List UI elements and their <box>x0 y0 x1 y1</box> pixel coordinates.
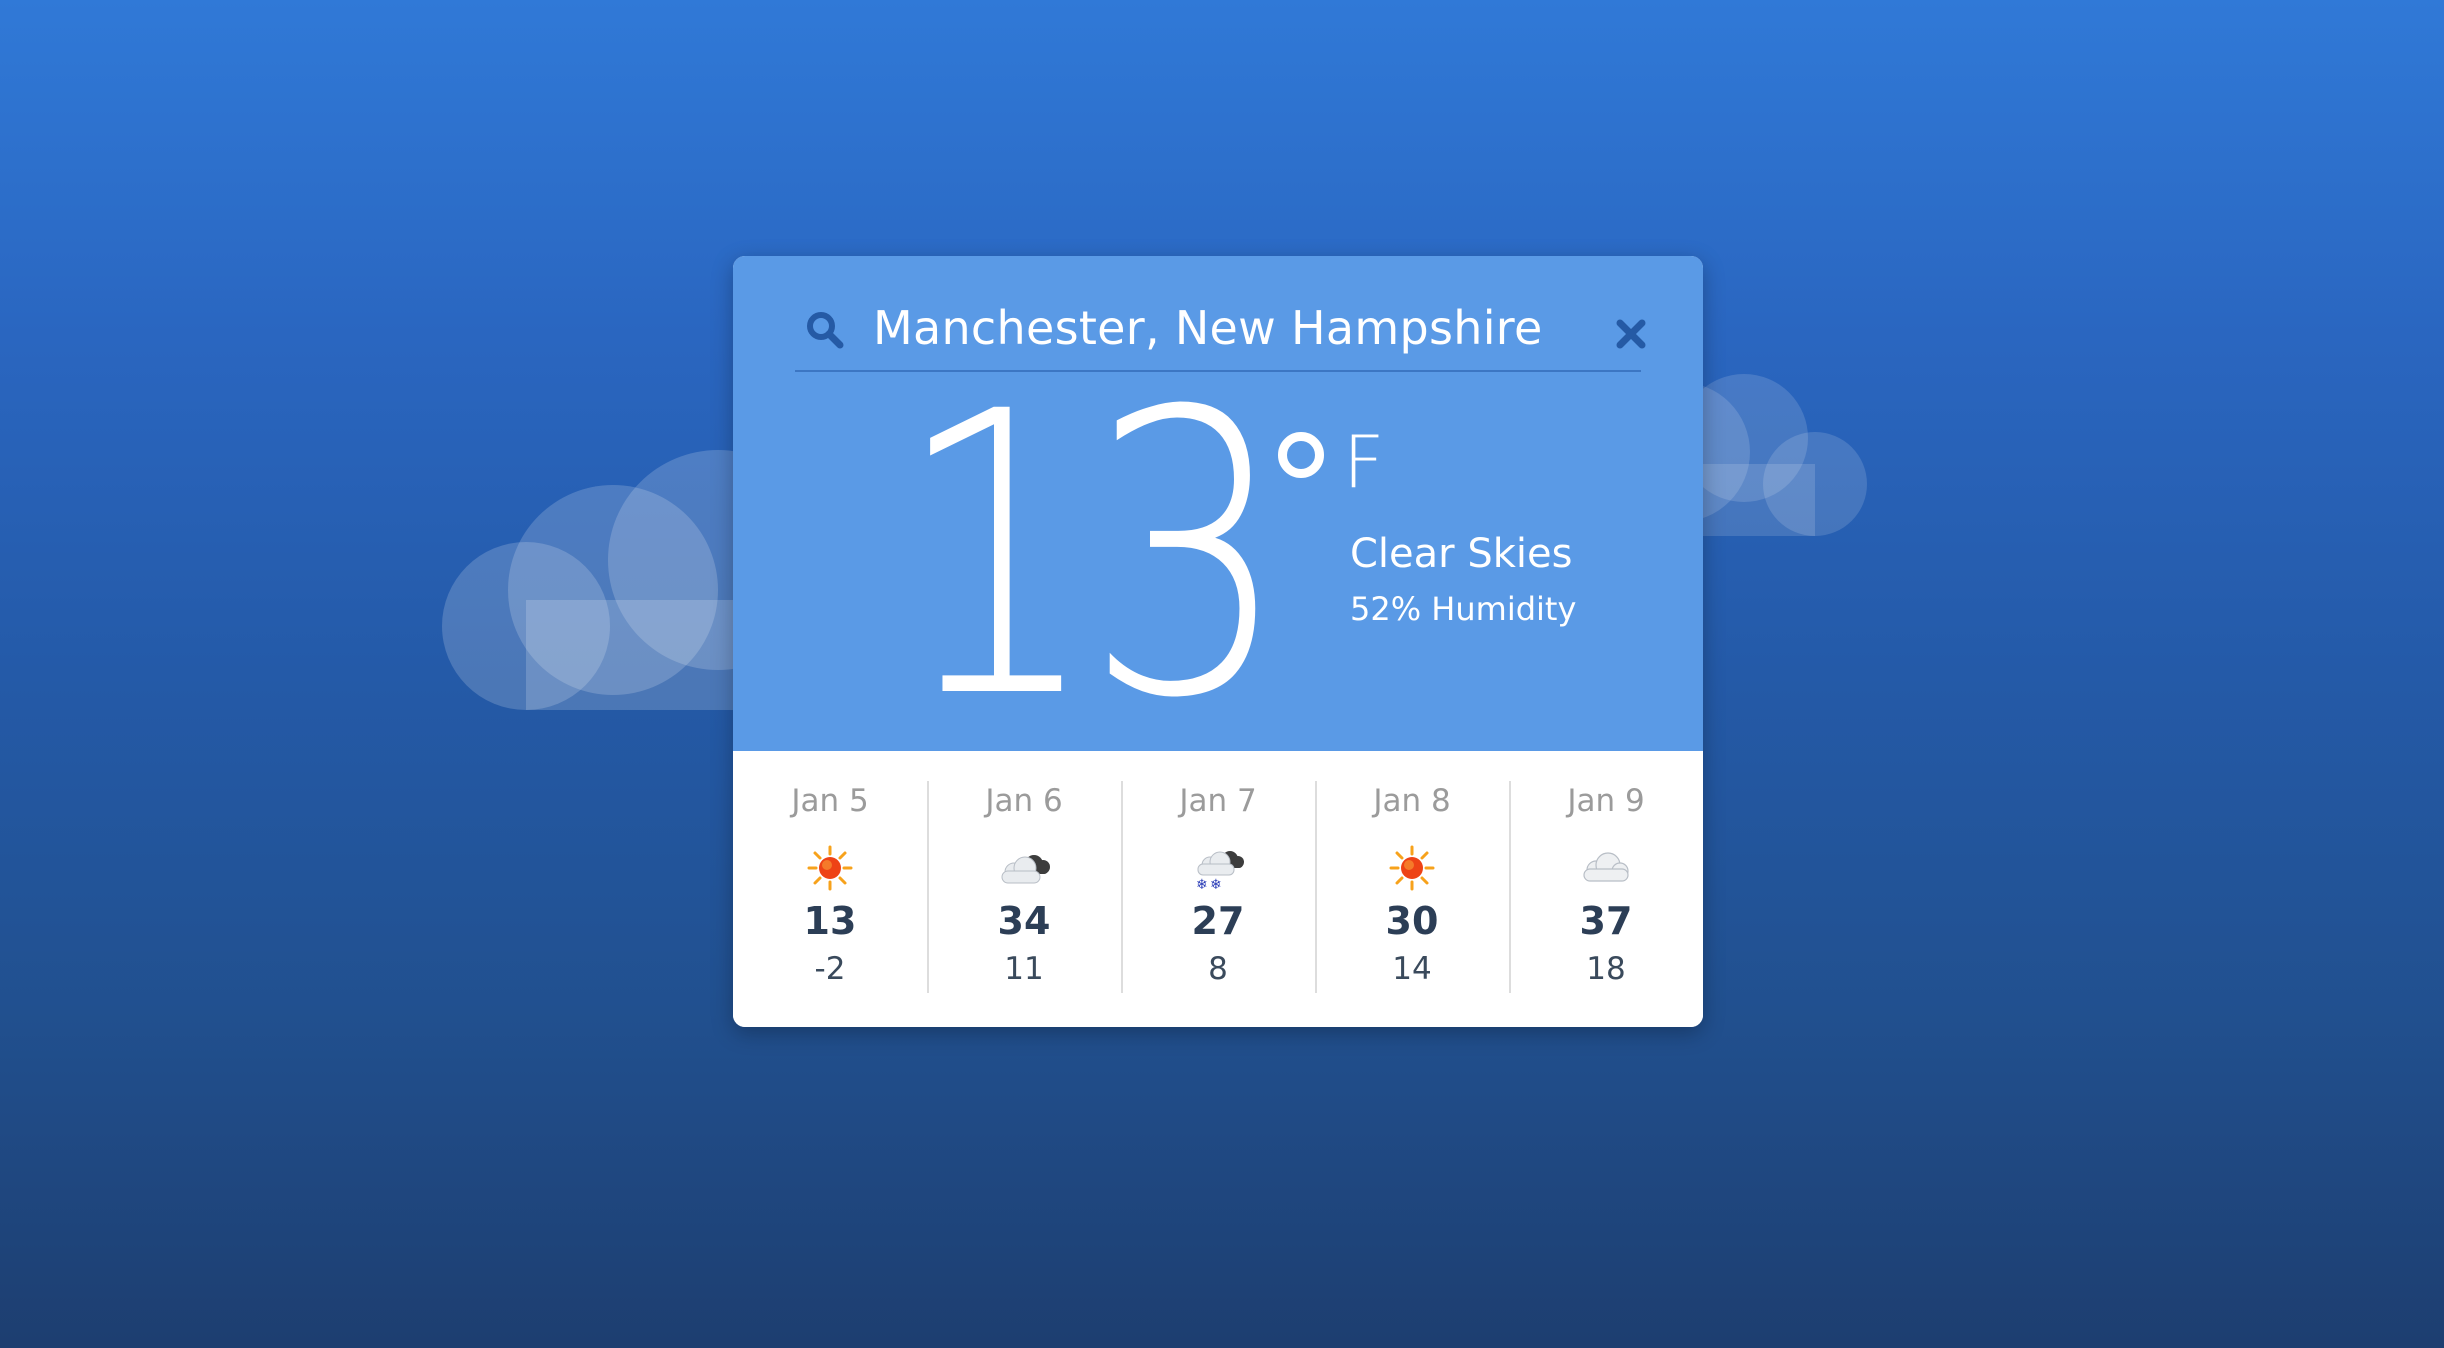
snow-cloud-icon: ❄ ❄ <box>1196 851 1244 893</box>
forecast-low: 8 <box>1208 951 1228 987</box>
temperature-unit: F <box>1343 420 1385 504</box>
sun-icon <box>1389 845 1435 891</box>
forecast-day: Jan 9 37 18 <box>1509 751 1703 1027</box>
current-conditions: Clear Skies <box>1350 531 1573 577</box>
forecast-date: Jan 7 <box>1179 783 1257 819</box>
forecast-day: Jan 6 34 11 <box>927 751 1121 1027</box>
current-weather-panel: 13 F Clear Skies 52% Humidity <box>733 256 1703 751</box>
forecast-low: -2 <box>814 951 846 987</box>
forecast-low: 11 <box>1004 951 1044 987</box>
search-icon[interactable] <box>805 310 845 350</box>
forecast-low: 18 <box>1586 951 1626 987</box>
forecast-high: 34 <box>997 899 1051 943</box>
cloud-icon <box>1583 852 1629 882</box>
forecast-high: 13 <box>803 899 857 943</box>
forecast-day: Jan 8 30 14 <box>1315 751 1509 1027</box>
forecast-low: 14 <box>1392 951 1432 987</box>
forecast-high: 37 <box>1579 899 1633 943</box>
forecast-date: Jan 8 <box>1373 783 1451 819</box>
svg-text:❄: ❄ <box>1210 877 1222 893</box>
svg-text:❄: ❄ <box>1196 877 1208 893</box>
degree-symbol <box>1278 432 1324 478</box>
forecast-date: Jan 6 <box>985 783 1063 819</box>
forecast-high: 27 <box>1191 899 1245 943</box>
forecast-day: Jan 5 13 -2 <box>733 751 927 1027</box>
forecast-date: Jan 5 <box>791 783 869 819</box>
current-temperature: 13 <box>895 329 1289 783</box>
forecast-date: Jan 9 <box>1567 783 1645 819</box>
forecast-day: Jan 7 ❄ ❄ 27 8 <box>1121 751 1315 1027</box>
forecast-high: 30 <box>1385 899 1439 943</box>
weather-widget: 13 F Clear Skies 52% Humidity Jan 5 <box>733 256 1703 1027</box>
current-humidity: 52% Humidity <box>1350 590 1577 628</box>
forecast-strip: Jan 5 13 -2 Jan 6 34 11 Jan 7 ❄ ❄ 27 8 J… <box>733 751 1703 1027</box>
sun-icon <box>807 845 853 891</box>
partly-cloudy-icon <box>1001 855 1050 884</box>
close-icon[interactable] <box>1613 316 1649 352</box>
